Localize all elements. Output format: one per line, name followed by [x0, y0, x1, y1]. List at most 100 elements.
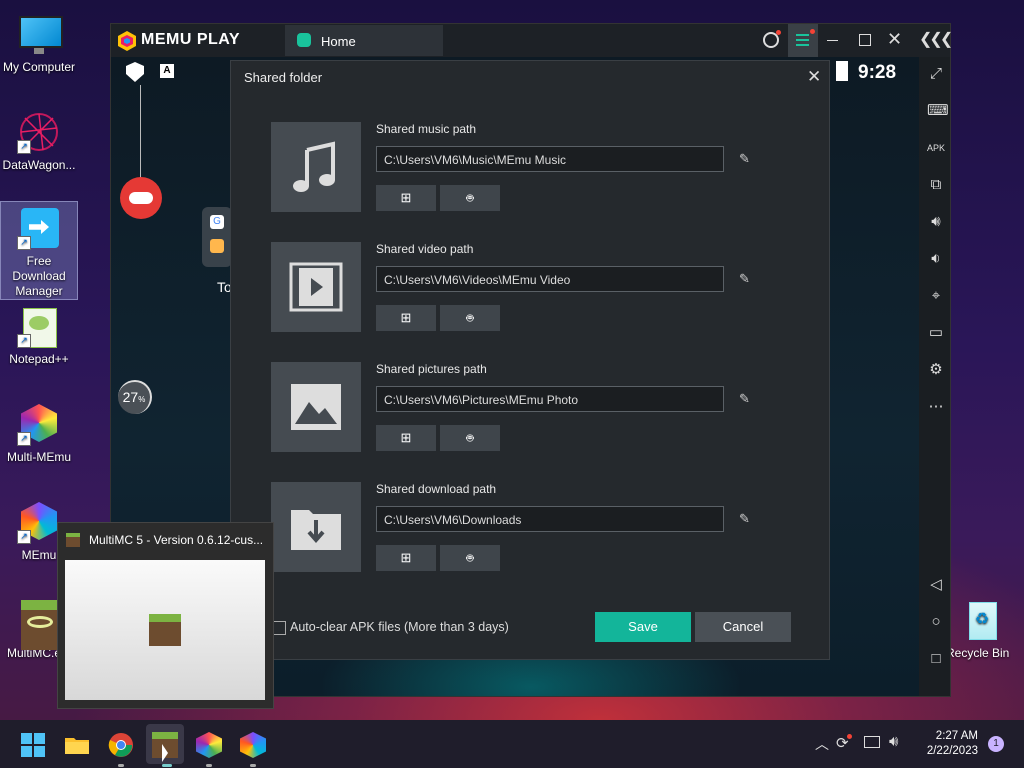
multimc-running-indicator — [162, 764, 172, 767]
app-folder[interactable]: G — [202, 207, 232, 267]
desktop-icon-label: Multi-MEmu — [6, 450, 71, 464]
memu-icon: ↗ — [17, 500, 61, 544]
chrome-icon[interactable] — [108, 732, 134, 758]
volume-down-icon[interactable]: 🔉︎ — [927, 250, 945, 268]
multimc-icon — [17, 598, 61, 650]
sync-alert-dot — [847, 734, 852, 739]
memu-sidebar: ⤢ ⌨ APK ⧉ 🔊︎ 🔉︎ ⌖ ▭ ⚙ ⋯ ◁ ○ □ — [919, 57, 950, 696]
multi-memu-taskbar-icon[interactable] — [196, 732, 222, 758]
memu-running-indicator — [250, 764, 256, 767]
windows-icon: ⊞ — [400, 430, 412, 445]
preview-title: MultiMC 5 - Version 0.6.12-cus... — [89, 533, 264, 547]
music-edit-icon[interactable]: ✎ — [739, 151, 753, 166]
multi-window-icon[interactable]: ⧉ — [927, 176, 945, 194]
dialog-close-icon[interactable]: ✕ — [807, 67, 821, 87]
menu-notification-dot — [810, 29, 815, 34]
folder-icon[interactable]: ▭ — [927, 324, 945, 342]
multimc-logo-icon — [149, 614, 181, 646]
gamepad-button[interactable] — [120, 177, 162, 219]
home-icon[interactable]: ○ — [927, 613, 945, 631]
collapse-sidebar-icon[interactable]: ❮❮❮ — [919, 29, 953, 49]
memu-taskbar-icon[interactable] — [240, 732, 266, 758]
gamepad-icon — [129, 192, 153, 204]
minimize-icon[interactable] — [827, 40, 838, 41]
android-clock: 9:28 — [858, 62, 897, 83]
auto-clear-checkbox[interactable] — [272, 621, 286, 635]
download-folder-icon — [291, 510, 341, 550]
desktop-icon-notepadpp[interactable]: ↗ Notepad++ — [1, 300, 77, 366]
status-badge: A — [160, 64, 174, 78]
taskbar: ︿ ⟳ 🔊︎ 2:27 AM 2/22/2023 1 — [0, 720, 1024, 768]
monitor-icon — [17, 12, 63, 56]
dialog-title: Shared folder — [244, 70, 323, 85]
google-icon: G — [210, 215, 224, 229]
pictures-path-label: Shared pictures path — [376, 362, 487, 376]
notification-badge[interactable]: 1 — [988, 736, 1004, 752]
start-icon[interactable] — [20, 732, 46, 758]
music-open-windows-button[interactable]: ⊞ — [376, 185, 436, 211]
video-edit-icon[interactable]: ✎ — [739, 271, 753, 286]
video-folder-tile — [271, 242, 361, 332]
divider-line — [140, 85, 141, 180]
network-icon[interactable] — [864, 736, 880, 748]
download-edit-icon[interactable]: ✎ — [739, 511, 753, 526]
download-open-android-button[interactable]: 🤖︎ — [440, 545, 500, 571]
more-icon[interactable]: ⋯ — [927, 398, 945, 416]
menu-button[interactable] — [788, 24, 818, 57]
memu-logo-text: MEMU PLAY — [141, 31, 241, 48]
pictures-edit-icon[interactable]: ✎ — [739, 391, 753, 406]
video-path-label: Shared video path — [376, 242, 474, 256]
download-open-windows-button[interactable]: ⊞ — [376, 545, 436, 571]
hamburger-icon — [796, 34, 809, 36]
battery-icon — [836, 61, 848, 81]
clock-time: 2:27 AM — [935, 730, 978, 742]
file-explorer-icon[interactable] — [64, 732, 90, 758]
video-open-android-button[interactable]: 🤖︎ — [440, 305, 500, 331]
fdm-icon: ↗ — [17, 206, 61, 250]
notepadpp-icon: ↗ — [17, 304, 61, 348]
fullscreen-icon[interactable]: ⤢ — [927, 65, 945, 83]
recents-icon[interactable]: □ — [927, 650, 945, 668]
close-icon[interactable]: ✕ — [887, 29, 902, 50]
tab-home[interactable]: Home — [285, 25, 443, 56]
multimc-taskbar-preview[interactable]: MultiMC 5 - Version 0.6.12-cus... — [57, 522, 274, 709]
pictures-open-windows-button[interactable]: ⊞ — [376, 425, 436, 451]
volume-up-icon[interactable]: 🔊︎ — [927, 213, 945, 231]
show-hidden-icons-chevron-icon[interactable]: ︿ — [815, 734, 829, 754]
desktop-icon-free-download-manager[interactable]: ↗ Free Download Manager — [0, 201, 78, 300]
picture-icon — [291, 384, 341, 430]
settings-icon[interactable]: ⚙ — [927, 361, 945, 379]
music-path-input[interactable]: C:\Users\VM6\Music\MEmu Music — [376, 146, 724, 172]
system-clock[interactable]: 2:27 AM 2/22/2023 — [910, 729, 978, 759]
cpu-usage-indicator: 27% — [118, 380, 152, 414]
recycle-bin-icon: ♻ — [959, 598, 1003, 642]
pictures-path-input[interactable]: C:\Users\VM6\Pictures\MEmu Photo — [376, 386, 724, 412]
account-notification-dot — [776, 30, 781, 35]
apk-install-icon[interactable]: APK — [927, 139, 945, 157]
maximize-icon[interactable] — [859, 34, 871, 46]
android-icon: 🤖︎ — [466, 551, 474, 565]
volume-icon[interactable]: 🔊︎ — [889, 733, 898, 750]
music-open-android-button[interactable]: 🤖︎ — [440, 185, 500, 211]
desktop-icon-label: DataWagon... — [2, 158, 76, 172]
datawagon-icon: ↗ — [17, 110, 61, 154]
cancel-button[interactable]: Cancel — [695, 612, 791, 642]
clock-date: 2/22/2023 — [926, 745, 978, 757]
back-icon[interactable]: ◁ — [927, 576, 945, 594]
location-icon[interactable]: ⌖ — [927, 287, 945, 305]
music-folder-tile — [271, 122, 361, 212]
cpu-percent-sign: % — [138, 395, 146, 404]
keyboard-icon[interactable]: ⌨ — [927, 102, 949, 120]
save-button[interactable]: Save — [595, 612, 691, 642]
pictures-open-android-button[interactable]: 🤖︎ — [440, 425, 500, 451]
desktop-icon-multi-memu[interactable]: ↗ Multi-MEmu — [1, 398, 77, 464]
desktop-icon-datawagon[interactable]: ↗ DataWagon... — [1, 106, 77, 172]
desktop-icon-my-computer[interactable]: My Computer — [1, 8, 77, 74]
home-tab-icon — [297, 33, 311, 47]
video-open-windows-button[interactable]: ⊞ — [376, 305, 436, 331]
preview-thumbnail — [65, 560, 265, 700]
desktop-icon-label: My Computer — [2, 60, 76, 74]
download-path-input[interactable]: C:\Users\VM6\Downloads — [376, 506, 724, 532]
android-icon: 🤖︎ — [466, 311, 474, 325]
video-path-input[interactable]: C:\Users\VM6\Videos\MEmu Video — [376, 266, 724, 292]
